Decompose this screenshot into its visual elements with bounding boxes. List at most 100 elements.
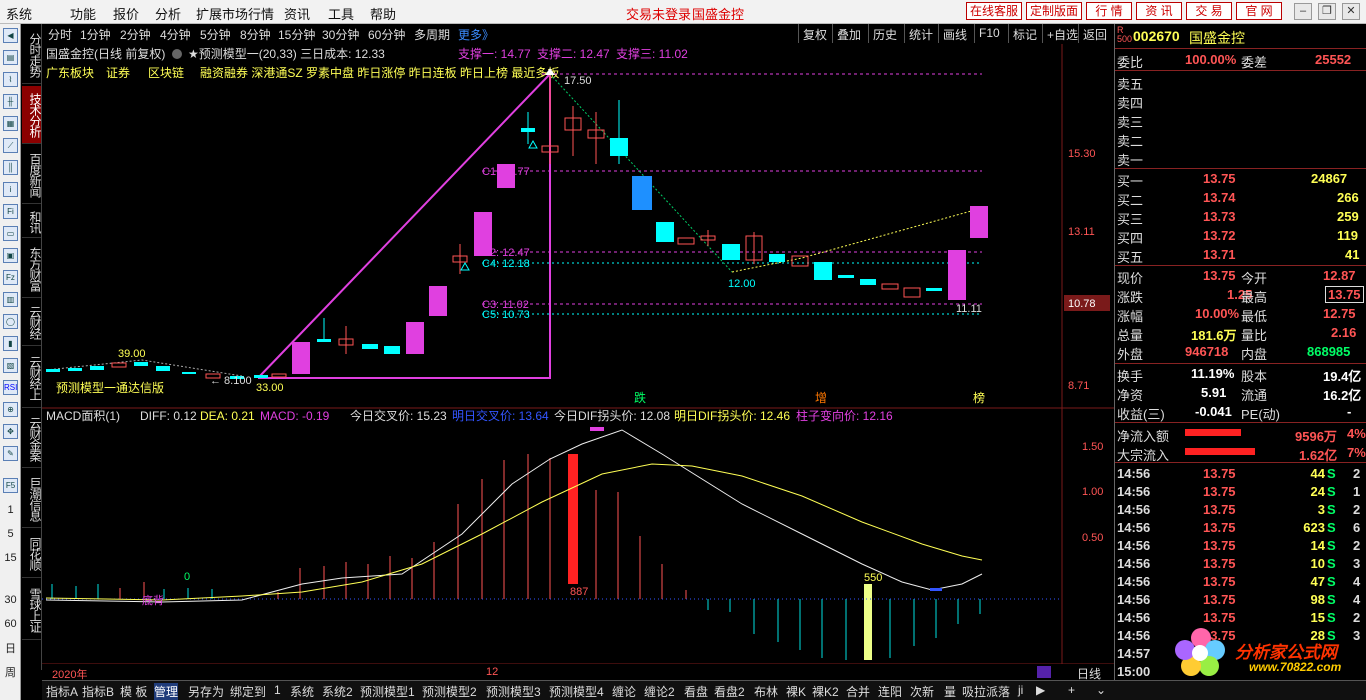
period-30[interactable]: 30 bbox=[1, 594, 20, 606]
period-1[interactable]: 1 bbox=[1, 504, 20, 516]
tab-save-as[interactable]: 另存为 bbox=[188, 683, 224, 700]
menu-quote[interactable]: 报价 bbox=[113, 4, 139, 23]
period-more[interactable]: 更多》 bbox=[458, 26, 494, 43]
market-button[interactable]: 行 情 bbox=[1086, 2, 1132, 20]
timeshare-icon[interactable]: ⌇ bbox=[3, 72, 18, 87]
tool-history[interactable]: 历史 bbox=[868, 24, 901, 43]
tab-tonghuashun[interactable]: 同花顺 bbox=[22, 530, 42, 578]
tab-chan[interactable]: 缠论 bbox=[612, 683, 636, 700]
tab-volume[interactable]: 量 bbox=[944, 683, 956, 700]
back-arrow-icon[interactable]: ◀ bbox=[3, 28, 18, 43]
circle-icon[interactable]: ◯ bbox=[3, 314, 18, 329]
tool-adjust[interactable]: 复权 bbox=[798, 24, 831, 43]
info-icon[interactable]: i bbox=[3, 182, 18, 197]
tab-technical[interactable]: 技术分析 bbox=[22, 86, 42, 144]
period-60[interactable]: 60 bbox=[1, 618, 20, 630]
menu-tools[interactable]: 工具 bbox=[328, 4, 354, 23]
grid-icon[interactable]: ▦ bbox=[3, 116, 18, 131]
chart-box-icon[interactable]: ▣ bbox=[3, 248, 18, 263]
kline-chart[interactable]: 国盛金控(日线 前复权) ★预测模型一(20,33) 三日成本: 12.33 支… bbox=[42, 44, 1114, 664]
period-multi[interactable]: 多周期 bbox=[414, 26, 450, 43]
period-30min[interactable]: 30分钟 bbox=[322, 26, 359, 43]
pencil-icon[interactable]: ✎ bbox=[3, 446, 18, 461]
tab-xueqiu[interactable]: 雪球上证 bbox=[22, 580, 42, 640]
tool-overlay[interactable]: 叠加 bbox=[832, 24, 865, 43]
tab-model3[interactable]: 预测模型3 bbox=[486, 683, 541, 700]
period-day[interactable]: 日 bbox=[1, 640, 20, 656]
tab-hexun[interactable]: 和讯 bbox=[22, 206, 42, 238]
tab-yuncai-case[interactable]: 云财金案 bbox=[22, 410, 42, 468]
trade-button[interactable]: 交 易 bbox=[1186, 2, 1232, 20]
tab-watch2[interactable]: 看盘2 bbox=[714, 683, 745, 700]
f5-icon[interactable]: F5 bbox=[3, 478, 18, 493]
restore-icon[interactable]: ❐ bbox=[1318, 3, 1336, 20]
tab-subnew[interactable]: 次新 bbox=[910, 683, 934, 700]
tab-indicator-a[interactable]: 指标A bbox=[46, 683, 78, 700]
menu-system[interactable]: 系统 bbox=[6, 4, 32, 23]
custom-layout-button[interactable]: 定制版面 bbox=[1026, 2, 1082, 20]
table-icon[interactable]: ▥ bbox=[3, 292, 18, 307]
tab-pull[interactable]: 吸拉派落 bbox=[962, 683, 1010, 700]
official-site-button[interactable]: 官 网 bbox=[1236, 2, 1282, 20]
tab-bind-to[interactable]: 绑定到 bbox=[230, 683, 266, 700]
tab-cninfo[interactable]: 巨潮信息 bbox=[22, 470, 42, 528]
add-tab-icon[interactable]: + bbox=[1068, 683, 1075, 697]
tool-draw[interactable]: 画线 bbox=[938, 24, 971, 43]
menu-analysis[interactable]: 分析 bbox=[155, 4, 181, 23]
quote-list-icon[interactable]: ▤ bbox=[3, 50, 18, 65]
period-week[interactable]: 周 bbox=[1, 664, 20, 680]
tab-yuncaijing-up[interactable]: 云财经上 bbox=[22, 348, 42, 408]
menu-info[interactable]: 资讯 bbox=[284, 4, 310, 23]
period-5min[interactable]: 5分钟 bbox=[200, 26, 231, 43]
tab-model2[interactable]: 预测模型2 bbox=[422, 683, 477, 700]
tool-f10[interactable]: F10 bbox=[974, 24, 1004, 43]
fiz-icon[interactable]: Fz bbox=[3, 270, 18, 285]
minimize-icon[interactable]: – bbox=[1294, 3, 1312, 20]
period-4min[interactable]: 4分钟 bbox=[160, 26, 191, 43]
tab-eastmoney[interactable]: 东方财富 bbox=[22, 240, 42, 298]
tab-ji[interactable]: ji bbox=[1018, 683, 1023, 697]
tab-naked-k[interactable]: 裸K bbox=[786, 683, 806, 700]
tab-manage[interactable]: 管理 bbox=[154, 683, 179, 700]
tool-mark[interactable]: 标记 bbox=[1008, 24, 1041, 43]
period-1min[interactable]: 1分钟 bbox=[80, 26, 111, 43]
tab-chan2[interactable]: 缠论2 bbox=[644, 683, 675, 700]
expand-icon[interactable]: ⌄ bbox=[1096, 683, 1106, 697]
period-5[interactable]: 5 bbox=[1, 528, 20, 540]
period-60min[interactable]: 60分钟 bbox=[368, 26, 405, 43]
period-8min[interactable]: 8分钟 bbox=[240, 26, 271, 43]
tab-consecutive-up[interactable]: 连阳 bbox=[878, 683, 902, 700]
tab-template[interactable]: 模 板 bbox=[120, 683, 147, 700]
tab-model1[interactable]: 预测模型1 bbox=[360, 683, 415, 700]
period-timeshare[interactable]: 分时 bbox=[48, 26, 72, 43]
tool-stats[interactable]: 统计 bbox=[904, 24, 937, 43]
tab-model4[interactable]: 预测模型4 bbox=[549, 683, 604, 700]
tab-yuncaijing[interactable]: 云财经 bbox=[22, 300, 42, 346]
fund-icon[interactable]: Fi bbox=[3, 204, 18, 219]
period-2min[interactable]: 2分钟 bbox=[120, 26, 151, 43]
tab-system[interactable]: 系统 bbox=[290, 683, 314, 700]
period-15[interactable]: 15 bbox=[1, 552, 20, 564]
kline-icon[interactable]: ╫ bbox=[3, 94, 18, 109]
tab-watch[interactable]: 看盘 bbox=[684, 683, 708, 700]
news-button[interactable]: 资 讯 bbox=[1136, 2, 1182, 20]
menu-extended-market[interactable]: 扩展市场行情 bbox=[196, 4, 274, 23]
tab-indicator-b[interactable]: 指标B bbox=[82, 683, 114, 700]
tool-back[interactable]: 返回 bbox=[1078, 24, 1111, 43]
scroll-right-icon[interactable]: ▶ bbox=[1036, 683, 1045, 697]
bar-icon[interactable]: ▮ bbox=[3, 336, 18, 351]
line-chart-icon[interactable]: ⟋ bbox=[3, 138, 18, 153]
settings-dot-icon[interactable] bbox=[172, 49, 182, 59]
menu-function[interactable]: 功能 bbox=[70, 4, 96, 23]
move-icon[interactable]: ✥ bbox=[3, 424, 18, 439]
tab-bollinger[interactable]: 布林 bbox=[754, 683, 778, 700]
doc-icon[interactable]: ▭ bbox=[3, 226, 18, 241]
candle-icon[interactable]: ║ bbox=[3, 160, 18, 175]
rsi-icon[interactable]: RSI bbox=[3, 380, 18, 395]
zoom-icon[interactable]: ⊕ bbox=[3, 402, 18, 417]
online-service-button[interactable]: 在线客服 bbox=[966, 2, 1022, 20]
tab-1[interactable]: 1 bbox=[274, 683, 281, 697]
tool-add-watchlist[interactable]: +自选 bbox=[1042, 24, 1082, 43]
close-icon[interactable]: ✕ bbox=[1342, 3, 1360, 20]
tab-naked-k2[interactable]: 裸K2 bbox=[812, 683, 839, 700]
